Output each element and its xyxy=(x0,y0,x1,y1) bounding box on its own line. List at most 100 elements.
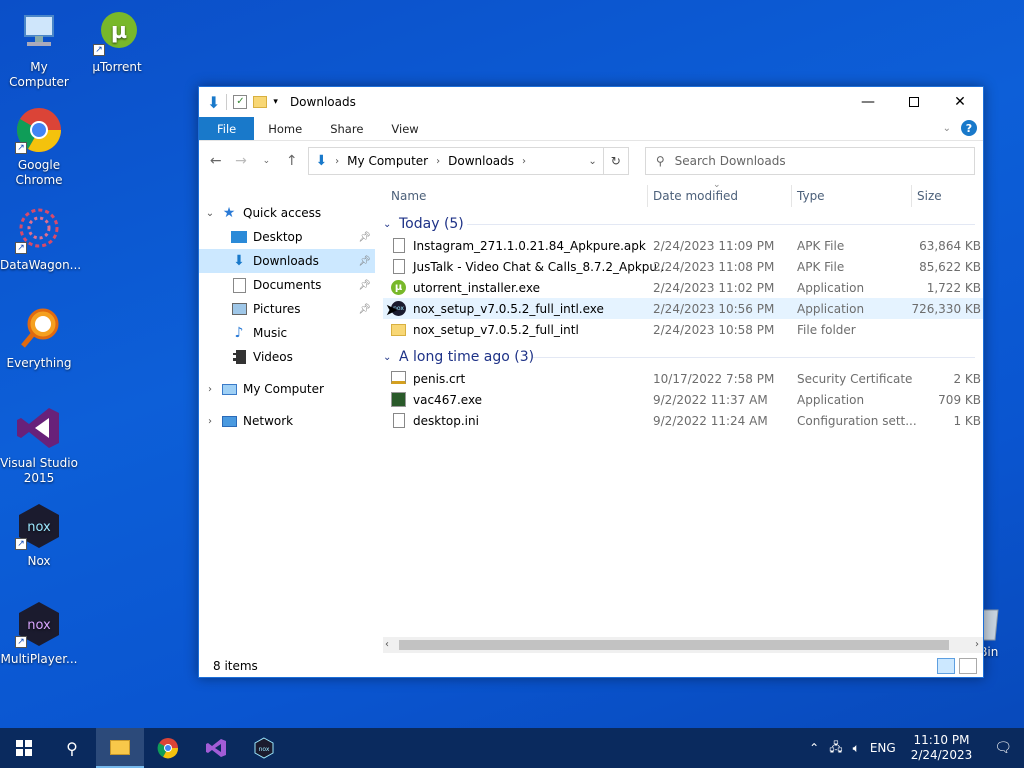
pictures-icon xyxy=(231,301,247,317)
nav-network[interactable]: › Network xyxy=(199,409,375,433)
maximize-button[interactable] xyxy=(891,87,937,117)
file-row[interactable]: desktop.ini 9/2/2022 11:24 AM Configurat… xyxy=(383,410,983,431)
network-icon[interactable]: 🖧︎ xyxy=(824,738,847,759)
notification-icon[interactable]: 🗨︎ xyxy=(982,740,1024,756)
column-size[interactable]: Size xyxy=(917,189,942,203)
column-type[interactable]: Type xyxy=(797,189,825,203)
desktop-icon-nox[interactable]: nox ↗ Nox xyxy=(0,502,78,569)
settings-file-icon xyxy=(391,412,407,429)
desktop-icon-everything[interactable]: Everything xyxy=(0,304,78,371)
file-row[interactable]: JusTalk - Video Chat & Calls_8.7.2_Apkpu… xyxy=(383,256,983,277)
nav-item-documents[interactable]: Documents 📌︎ xyxy=(199,273,375,297)
back-arrow-icon[interactable]: ← xyxy=(207,153,224,169)
tab-view[interactable]: View xyxy=(377,117,432,140)
magnifier-icon xyxy=(15,304,63,352)
desktop-icon-label: Google Chrome xyxy=(15,158,63,187)
taskbar-nox[interactable]: nox xyxy=(240,728,288,768)
scroll-right-icon[interactable]: › xyxy=(975,639,979,650)
language-indicator[interactable]: ENG xyxy=(865,741,901,755)
navigation-bar: ← → ⌄ ↑ ⬇ › My Computer › Downloads › ⌄ … xyxy=(199,141,983,181)
details-view-button[interactable] xyxy=(937,658,955,674)
speaker-icon[interactable]: 🔈︎ xyxy=(848,741,865,756)
taskbar-visual-studio[interactable] xyxy=(192,728,240,768)
nav-item-music[interactable]: ♪ Music xyxy=(199,321,375,345)
group-header-today[interactable]: ⌄ Today (5) xyxy=(383,213,983,235)
column-name[interactable]: Name xyxy=(391,189,426,203)
nav-quick-access[interactable]: ⌄ ★ Quick access xyxy=(199,201,375,225)
tab-home[interactable]: Home xyxy=(254,117,316,140)
desktop-icon-visual-studio[interactable]: Visual Studio 2015 xyxy=(0,404,78,486)
new-folder-icon[interactable] xyxy=(253,96,268,108)
scroll-left-icon[interactable]: ‹ xyxy=(385,639,389,650)
file-row[interactable]: Instagram_271.1.0.21.84_Apkpure.apk 2/24… xyxy=(383,235,983,256)
nav-item-downloads[interactable]: ⬇ Downloads 📌︎ xyxy=(199,249,375,273)
forward-arrow-icon[interactable]: → xyxy=(232,153,249,169)
file-row[interactable]: vac467.exe 9/2/2022 11:37 AM Application… xyxy=(383,389,983,410)
file-name: nox_setup_v7.0.5.2_full_intl xyxy=(413,322,579,337)
nav-label: Quick access xyxy=(243,206,322,220)
column-date-modified[interactable]: Date modified xyxy=(653,189,738,203)
scrollbar-thumb[interactable] xyxy=(399,640,949,650)
taskbar-file-explorer[interactable] xyxy=(96,728,144,768)
file-name: Instagram_271.1.0.21.84_Apkpure.apk xyxy=(413,238,646,253)
recent-locations-icon[interactable]: ⌄ xyxy=(258,156,275,166)
file-date: 2/24/2023 10:56 PM xyxy=(653,301,775,316)
breadcrumb-my-computer[interactable]: My Computer xyxy=(347,154,428,168)
desktop-icon-utorrent[interactable]: µ ↗ µTorrent xyxy=(78,8,156,75)
tab-share[interactable]: Share xyxy=(316,117,377,140)
address-dropdown-icon[interactable]: ⌄ xyxy=(588,156,596,167)
nav-item-desktop[interactable]: Desktop 📌︎ xyxy=(199,225,375,249)
expand-ribbon-icon[interactable]: ⌄ xyxy=(943,123,951,134)
large-icons-view-button[interactable] xyxy=(959,658,977,674)
documents-icon xyxy=(231,277,247,293)
mouse-cursor-icon: ➤ xyxy=(385,300,399,319)
minimize-button[interactable]: — xyxy=(845,87,891,117)
file-row[interactable]: µ utorrent_installer.exe 2/24/2023 11:02… xyxy=(383,277,983,298)
item-count: 8 items xyxy=(213,659,258,673)
tab-file[interactable]: File xyxy=(199,117,255,140)
desktop-icon-my-computer[interactable]: My Computer xyxy=(0,8,78,90)
properties-icon[interactable]: ✓ xyxy=(233,95,248,109)
clock[interactable]: 11:10 PM 2/24/2023 xyxy=(901,733,983,763)
pin-icon[interactable]: 📌︎ xyxy=(358,304,371,315)
file-size: 2 KB xyxy=(953,371,981,386)
search-button[interactable]: ⚲ xyxy=(48,728,96,768)
chevron-down-icon[interactable]: ⌄ xyxy=(383,219,399,230)
group-header-long-time-ago[interactable]: ⌄ A long time ago (3) xyxy=(383,346,983,368)
nav-item-pictures[interactable]: Pictures 📌︎ xyxy=(199,297,375,321)
pin-icon[interactable]: 📌︎ xyxy=(358,256,371,267)
file-row[interactable]: nox_setup_v7.0.5.2_full_intl 2/24/2023 1… xyxy=(383,319,983,340)
file-row[interactable]: penis.crt 10/17/2022 7:58 PM Security Ce… xyxy=(383,368,983,389)
address-bar[interactable]: ⬇ › My Computer › Downloads › ⌄ xyxy=(308,147,604,175)
nav-item-videos[interactable]: Videos xyxy=(199,345,375,369)
taskbar-chrome[interactable] xyxy=(144,728,192,768)
application-icon xyxy=(391,391,407,408)
pin-icon[interactable]: 📌︎ xyxy=(358,280,371,291)
network-icon xyxy=(221,413,237,429)
horizontal-scrollbar[interactable]: ‹ › xyxy=(383,637,983,653)
nav-label: Downloads xyxy=(253,254,319,268)
breadcrumb-downloads[interactable]: Downloads xyxy=(448,154,514,168)
desktop-icon-multiplayer[interactable]: nox ↗ MultiPlayer... xyxy=(0,600,78,667)
file-row[interactable]: nox nox_setup_v7.0.5.2_full_intl.exe 2/2… xyxy=(383,298,983,319)
chevron-down-icon[interactable]: ⌄ xyxy=(199,208,221,219)
chevron-right-icon[interactable]: › xyxy=(199,384,221,395)
qat-dropdown-icon[interactable]: ▾ xyxy=(273,97,278,107)
start-button[interactable] xyxy=(0,728,48,768)
search-box[interactable]: ⚲ Search Downloads xyxy=(644,147,976,175)
refresh-button[interactable]: ↻ xyxy=(603,147,629,175)
chevron-down-icon[interactable]: ⌄ xyxy=(383,352,399,363)
close-button[interactable]: ✕ xyxy=(937,87,983,117)
nav-my-computer[interactable]: › My Computer xyxy=(199,377,375,401)
utorrent-icon: µ ↗ xyxy=(93,8,141,56)
help-icon[interactable]: ? xyxy=(961,120,977,136)
chevron-right-icon[interactable]: › xyxy=(199,416,221,427)
file-date: 9/2/2022 11:24 AM xyxy=(653,413,768,428)
pin-icon[interactable]: 📌︎ xyxy=(358,232,371,243)
up-arrow-icon[interactable]: ↑ xyxy=(283,153,300,169)
desktop-icon-google-chrome[interactable]: ↗ Google Chrome xyxy=(0,106,78,188)
desktop-icon-datawagon[interactable]: ↗ DataWagon... xyxy=(0,206,81,273)
refresh-icon: ↻ xyxy=(610,154,621,168)
file-list: Name Date modified ⌄ Type Size ⌄ Today (… xyxy=(375,180,983,655)
chevron-up-icon[interactable]: ⌃ xyxy=(804,741,824,755)
